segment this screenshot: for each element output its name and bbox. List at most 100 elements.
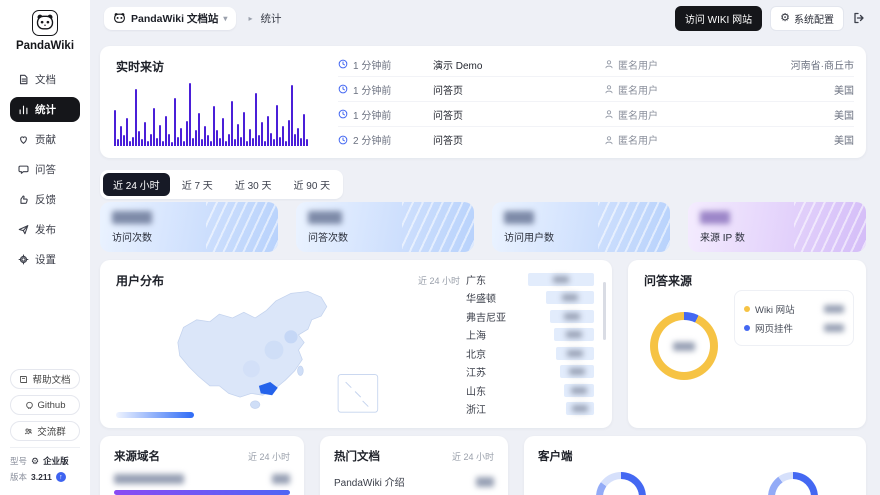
stat-card-visits: 访问次数 [100, 202, 278, 252]
region-list-scrollbar[interactable] [603, 282, 606, 340]
topbar-actions: 访问 WIKI 网站 ⚙ 系统配置 [675, 6, 866, 31]
region-row[interactable]: 北京 [466, 344, 594, 363]
sidebar-item-contrib[interactable]: 贡献 [10, 127, 80, 152]
visit-wiki-button[interactable]: 访问 WIKI 网站 [675, 6, 762, 31]
sidebar-item-label: 设置 [35, 252, 56, 267]
region-row[interactable]: 华盛顿 [466, 289, 594, 308]
visit-user: 匿名用户 [618, 107, 658, 122]
sidebar: PandaWiki 文档 统计 贡献 问答 反馈 [0, 0, 90, 495]
client-donut-center [775, 479, 811, 495]
map-color-scale [116, 412, 194, 418]
region-name: 广东 [466, 272, 486, 287]
region-name: 江苏 [466, 364, 486, 379]
sidebar-item-feedback[interactable]: 反馈 [10, 187, 80, 212]
region-row[interactable]: 江苏 [466, 363, 594, 382]
sidebar-item-stats[interactable]: 统计 [10, 97, 80, 122]
client-donut-center [603, 479, 639, 495]
visit-page: 问答页 [433, 107, 604, 122]
legend-label: Wiki 网站 [755, 302, 795, 316]
realtime-visits-card: 实时来访 1 分钟前 演示 Demo 匿名用户 河南省·商丘市 1 分钟前 问答… [100, 46, 866, 158]
book-icon [19, 375, 28, 384]
region-row[interactable]: 上海 [466, 326, 594, 345]
system-config-label: 系统配置 [794, 11, 834, 26]
github-button[interactable]: Github [10, 395, 80, 415]
client-donut-chart-2[interactable] [768, 472, 818, 495]
tab-30d[interactable]: 近 30 天 [225, 173, 282, 196]
workspace-selector[interactable]: PandaWiki 文档站 ▾ [104, 7, 236, 30]
legend-value-redacted [824, 324, 844, 332]
legend-dot-widget [744, 325, 750, 331]
system-config-button[interactable]: ⚙ 系统配置 [770, 6, 844, 31]
visit-row[interactable]: 1 分钟前 问答页 匿名用户 美国 [338, 77, 854, 102]
legend-row[interactable]: 网页挂件 [744, 318, 844, 337]
user-icon [604, 109, 614, 119]
tab-90d[interactable]: 近 90 天 [284, 173, 341, 196]
visit-location: 美国 [734, 132, 854, 147]
time-range-tabs: 近 24 小时 近 7 天 近 30 天 近 90 天 [100, 170, 343, 199]
source-domain-item[interactable] [100, 464, 304, 490]
help-docs-button[interactable]: 帮助文档 [10, 369, 80, 389]
pandawiki-dashboard: PandaWiki 文档 统计 贡献 问答 反馈 [0, 0, 880, 495]
version-value: 3.211 [31, 472, 52, 482]
github-label: Github [38, 400, 66, 411]
app-logo: PandaWiki [0, 0, 90, 54]
region-row[interactable]: 山东 [466, 381, 594, 400]
sidebar-item-label: 发布 [35, 222, 56, 237]
tab-24h[interactable]: 近 24 小时 [103, 173, 170, 196]
gear-icon: ⚙ [780, 13, 790, 24]
region-row[interactable]: 浙江 [466, 400, 594, 419]
model-value: 企业版 [43, 455, 69, 467]
china-map[interactable] [124, 284, 424, 416]
sidebar-footer: 帮助文档 Github 交流群 型号 ⚙ 企业版 版本 3.211 ↑ [0, 369, 90, 495]
region-row[interactable]: 广东 [466, 270, 594, 289]
help-docs-label: 帮助文档 [32, 372, 70, 386]
user-distribution-range: 近 24 小时 [418, 274, 460, 287]
source-domain-progress-bar [114, 490, 290, 495]
sidebar-item-docs[interactable]: 文档 [10, 67, 80, 92]
qa-source-title: 问答来源 [644, 272, 692, 289]
document-icon [18, 74, 29, 85]
community-button[interactable]: 交流群 [10, 421, 80, 441]
visit-time: 2 分钟前 [353, 132, 391, 147]
region-name: 华盛顿 [466, 290, 496, 305]
sidebar-item-label: 文档 [35, 72, 56, 87]
realtime-title: 实时来访 [116, 58, 164, 75]
stat-card-users: 访问用户数 [492, 202, 670, 252]
stat-label: 访问用户数 [504, 229, 554, 244]
visit-user: 匿名用户 [618, 132, 658, 147]
qa-donut-chart[interactable] [650, 312, 718, 380]
visit-row[interactable]: 2 分钟前 问答页 匿名用户 美国 [338, 127, 854, 152]
qa-legend: Wiki 网站 网页挂件 [734, 290, 854, 346]
region-name: 山东 [466, 383, 486, 398]
sidebar-item-settings[interactable]: 设置 [10, 247, 80, 272]
user-distribution-card: 用户分布 近 24 小时 广东 华盛顿 弗吉尼亚 上海 北京 江苏 山东 [100, 260, 612, 428]
region-name: 上海 [466, 327, 486, 342]
user-icon [604, 84, 614, 94]
region-name: 弗吉尼亚 [466, 309, 506, 324]
visit-page: 演示 Demo [433, 57, 604, 72]
stat-label: 访问次数 [112, 229, 152, 244]
domain-redacted [114, 474, 184, 484]
hot-docs-item[interactable]: PandaWiki 介绍 [320, 464, 508, 495]
visit-page: 问答页 [433, 132, 604, 147]
clock-icon [338, 84, 348, 94]
clock-icon [338, 135, 348, 145]
update-icon[interactable]: ↑ [56, 472, 66, 482]
group-chat-icon [24, 427, 33, 436]
sidebar-item-publish[interactable]: 发布 [10, 217, 80, 242]
client-title: 客户端 [538, 448, 573, 464]
logout-icon[interactable] [852, 11, 866, 25]
visit-row[interactable]: 1 分钟前 问答页 匿名用户 美国 [338, 102, 854, 127]
client-donut-chart-1[interactable] [596, 472, 646, 495]
sidebar-meta: 型号 ⚙ 企业版 版本 3.211 ↑ [10, 447, 80, 483]
region-row[interactable]: 弗吉尼亚 [466, 307, 594, 326]
github-icon [25, 401, 34, 410]
region-bar [528, 273, 594, 286]
legend-row[interactable]: Wiki 网站 [744, 299, 844, 318]
stat-value-redacted [112, 211, 152, 224]
sidebar-item-qa[interactable]: 问答 [10, 157, 80, 182]
tab-7d[interactable]: 近 7 天 [172, 173, 223, 196]
visit-row[interactable]: 1 分钟前 演示 Demo 匿名用户 河南省·商丘市 [338, 52, 854, 77]
heart-icon [18, 134, 29, 145]
region-bar [550, 310, 594, 323]
